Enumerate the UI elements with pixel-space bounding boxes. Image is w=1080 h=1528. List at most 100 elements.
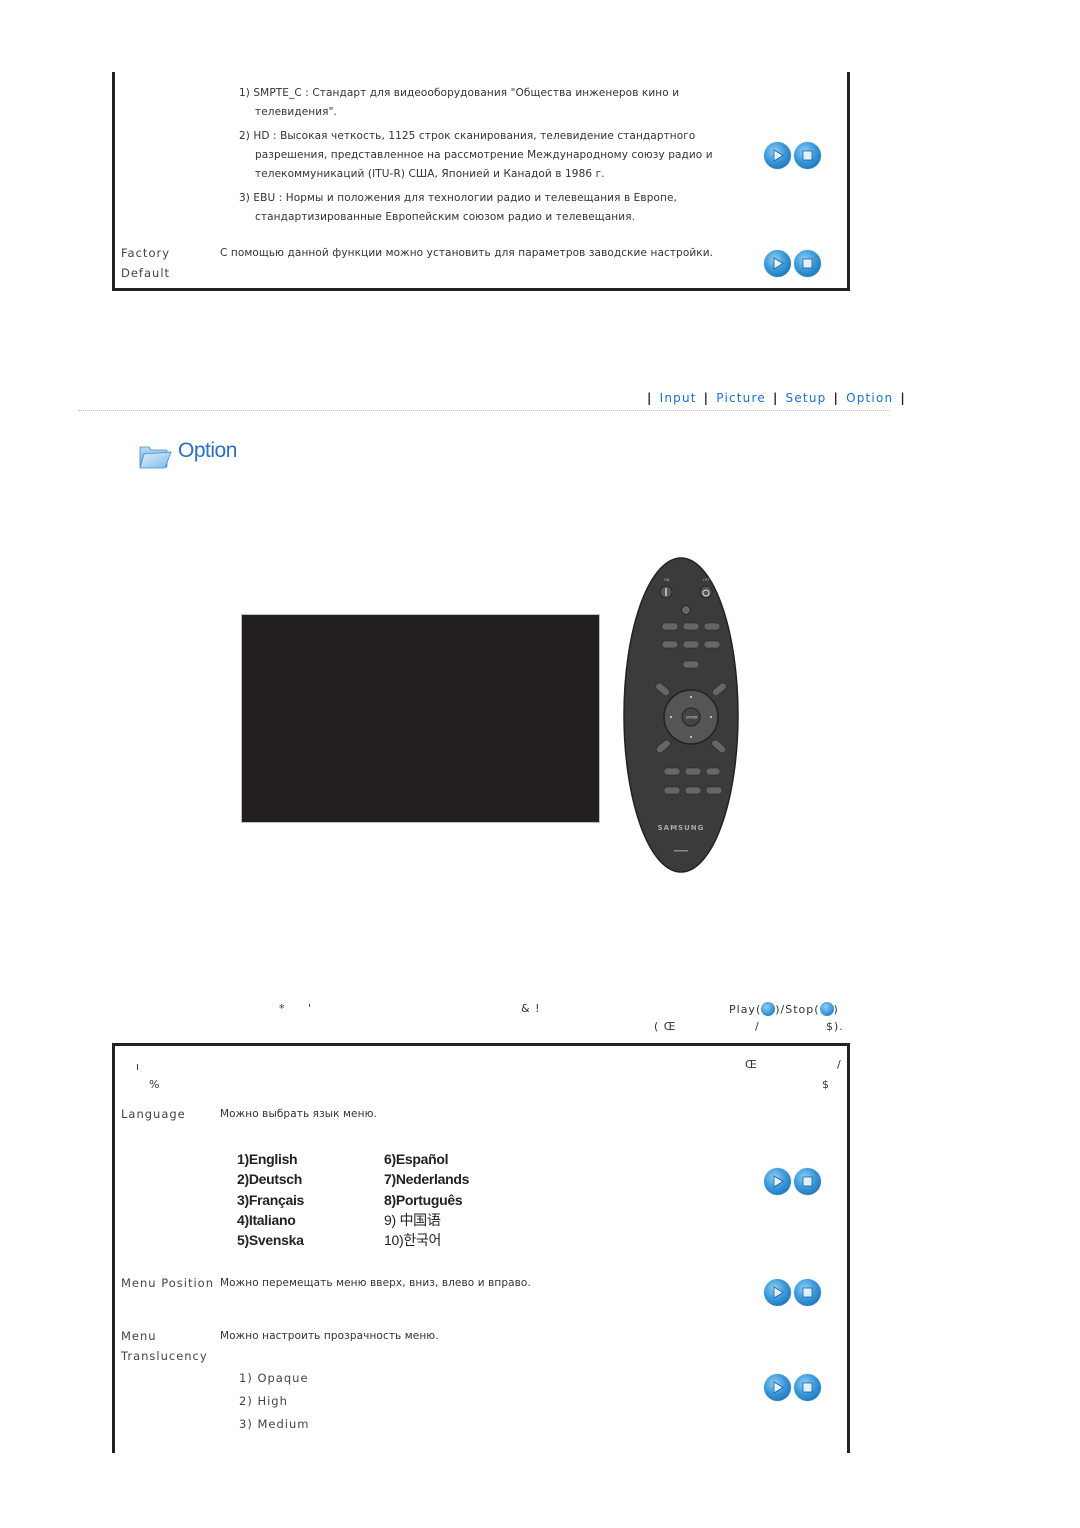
- section-nav: | Input | Picture | Setup | Option |: [640, 391, 913, 405]
- smpte-line-2: телевидения".: [255, 106, 337, 118]
- folder-icon: [139, 446, 172, 469]
- still-button[interactable]: [663, 786, 681, 795]
- play-icon: [773, 1175, 784, 1188]
- instruction-glyph: /: [755, 1020, 760, 1033]
- language-option: 10)한국어: [384, 1232, 442, 1249]
- menu-translucency-description: Можно настроить прозрачность меню.: [220, 1330, 439, 1342]
- play-button[interactable]: [764, 1374, 791, 1401]
- factory-label-line1: Factory: [121, 246, 171, 260]
- stop-legend-icon: [819, 1002, 834, 1016]
- header-glyph: /: [837, 1058, 842, 1071]
- language-option: 7)Nederlands: [384, 1171, 470, 1188]
- power-on-icon: [665, 588, 667, 596]
- sr-button[interactable]: [705, 767, 721, 776]
- play-button[interactable]: [764, 1279, 791, 1306]
- hd-item: 2) HD : Высокая четкость, 1125 строк ска…: [239, 127, 713, 184]
- stop-icon: [802, 258, 813, 269]
- ebu-item: 3) EBU : Нормы и положения для технологи…: [239, 189, 677, 227]
- stop-icon: [802, 150, 813, 161]
- smpte-item: 1) SMPTE_C : Стандарт для видеооборудова…: [239, 84, 679, 122]
- nav-separator: |: [833, 391, 840, 405]
- header-glyph: %: [149, 1078, 161, 1091]
- stop-button[interactable]: [794, 1374, 821, 1401]
- nav-link-picture[interactable]: Picture: [716, 391, 766, 405]
- translucency-label-line1: Menu: [121, 1329, 157, 1343]
- language-option: 6)Español: [384, 1151, 449, 1167]
- play-button[interactable]: [764, 142, 791, 169]
- play-button[interactable]: [764, 250, 791, 277]
- display-button[interactable]: [681, 605, 691, 615]
- source-button[interactable]: [661, 622, 679, 631]
- stop-icon: [802, 1176, 813, 1187]
- nav-separator: |: [772, 391, 779, 405]
- psize-button[interactable]: [663, 767, 681, 776]
- language-option: 4)Italiano: [237, 1211, 296, 1228]
- stop-icon: [802, 1287, 813, 1298]
- play-stop-legend: Play()/Stop(): [729, 1002, 839, 1016]
- pc-button[interactable]: [682, 660, 700, 669]
- source-button[interactable]: [682, 622, 700, 631]
- remote-brand: SAMSUNG: [658, 824, 705, 832]
- custom-button[interactable]: [705, 786, 723, 795]
- translucency-option: 3) Medium: [239, 1417, 310, 1431]
- source-button[interactable]: [661, 640, 679, 649]
- hd-line-1: 2) HD : Высокая четкость, 1125 строк ска…: [239, 130, 696, 142]
- stop-button[interactable]: [794, 250, 821, 277]
- menu-translucency-demo-buttons: [764, 1374, 824, 1402]
- language-list-right: 6)Español 7)Nederlands 8)Português 9) 中国…: [384, 1149, 469, 1250]
- header-glyph: $: [822, 1078, 830, 1091]
- tv-screen-preview: [241, 614, 600, 823]
- translucency-option: 2) High: [239, 1394, 288, 1408]
- language-option: 1)English: [237, 1151, 298, 1167]
- factory-default-description: С помощью данной функции можно установит…: [220, 247, 714, 259]
- stop-legend-close: ): [833, 1003, 839, 1016]
- menu-translucency-label: Menu Translucency: [121, 1327, 208, 1366]
- language-option: 2)Deutsch: [237, 1171, 302, 1188]
- left-arrow-icon: [670, 716, 672, 718]
- translucency-label-line2: Translucency: [121, 1348, 208, 1363]
- hd-line-3: телекоммуникаций (ITU-R) США, Японией и …: [255, 168, 605, 180]
- menu2-button[interactable]: [684, 786, 702, 795]
- translucency-options: 1) Opaque 2) High 3) Medium: [239, 1367, 309, 1436]
- language-option: 5)Svenska: [237, 1232, 304, 1249]
- remote-off-label: OFF: [703, 578, 710, 582]
- stop-button[interactable]: [794, 142, 821, 169]
- language-label: Language: [121, 1107, 186, 1121]
- source-button[interactable]: [703, 640, 721, 649]
- color-tone-demo-buttons: [764, 142, 824, 170]
- instruction-glyph: ': [308, 1002, 313, 1015]
- dotted-divider: [78, 410, 890, 411]
- up-arrow-icon: [690, 696, 692, 698]
- stop-button[interactable]: [794, 1168, 821, 1195]
- factory-default-demo-buttons: [764, 250, 824, 278]
- language-description: Можно выбрать язык меню.: [220, 1108, 377, 1120]
- language-demo-buttons: [764, 1168, 824, 1196]
- nav-link-option[interactable]: Option: [846, 391, 893, 405]
- source-button[interactable]: [682, 640, 700, 649]
- instruction-glyph: *: [279, 1002, 286, 1015]
- header-glyph: ı: [136, 1060, 141, 1073]
- menu-position-description: Можно перемещать меню вверх, вниз, влево…: [220, 1277, 531, 1289]
- nav-link-setup[interactable]: Setup: [786, 391, 827, 405]
- enter-label: ENTER: [686, 716, 698, 720]
- source-button[interactable]: [703, 622, 721, 631]
- nav-separator: |: [647, 391, 653, 405]
- down-arrow-icon: [690, 736, 692, 738]
- play-icon: [773, 1381, 784, 1394]
- play-legend-icon: [761, 1002, 776, 1016]
- header-glyph: Œ: [745, 1058, 758, 1071]
- stop-button[interactable]: [794, 1279, 821, 1306]
- nav-link-input[interactable]: Input: [660, 391, 697, 405]
- remote-model-label: [674, 850, 688, 852]
- instruction-glyph: & !: [521, 1002, 541, 1015]
- language-option: 3)Français: [237, 1191, 305, 1208]
- remote-control: ON OFF ENTER SAMSUNG: [623, 557, 739, 873]
- hd-line-2: разрешения, представленное на рассмотрен…: [255, 149, 713, 161]
- language-option: 9) 中国语: [384, 1211, 441, 1228]
- play-button[interactable]: [764, 1168, 791, 1195]
- pmode-button[interactable]: [684, 767, 702, 776]
- play-legend-close: )/: [775, 1003, 786, 1016]
- factory-default-label: Factory Default: [121, 244, 170, 283]
- language-option: 8)Português: [384, 1191, 463, 1208]
- menu-position-label: Menu Position: [121, 1276, 215, 1290]
